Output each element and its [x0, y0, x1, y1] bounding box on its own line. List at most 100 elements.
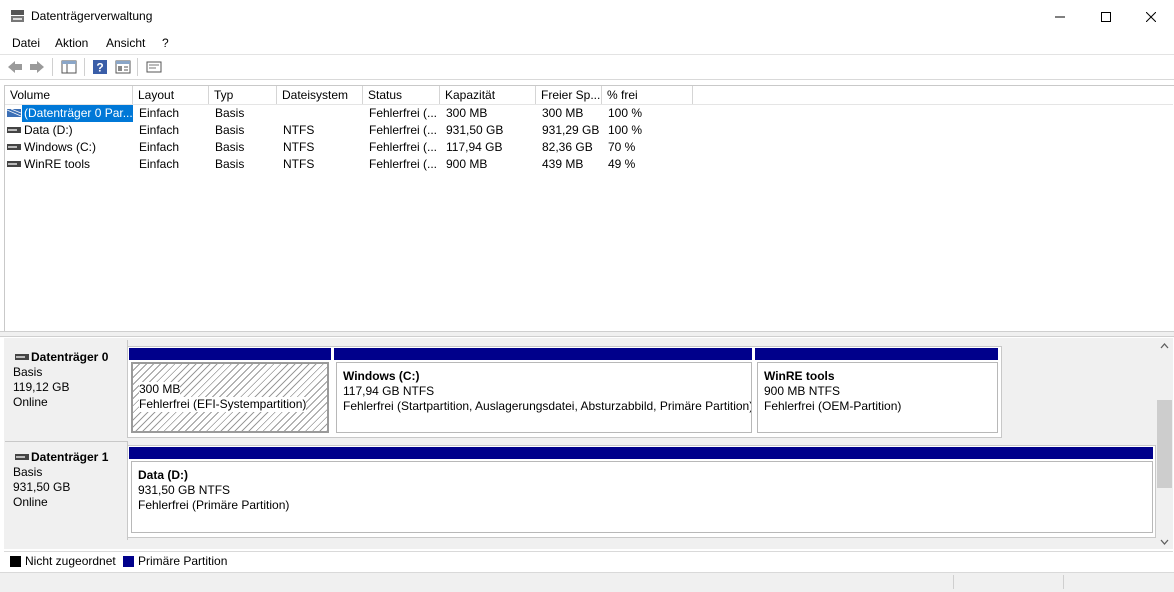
cell-status: Fehlerfrei (...: [369, 140, 438, 154]
toolbar: [0, 55, 1174, 80]
partition-status: Fehlerfrei (OEM-Partition): [764, 399, 902, 413]
disk-icon: [7, 127, 21, 133]
cell-kapazitaet: 117,94 GB: [446, 140, 503, 154]
partition-bar: [129, 447, 1153, 459]
cell-kapazitaet: 300 MB: [446, 106, 488, 120]
disk-icon: [15, 354, 29, 360]
column-header-status[interactable]: Status: [363, 86, 440, 104]
partition-bar: [129, 348, 331, 360]
cell-layout: Einfach: [139, 123, 180, 137]
menu-help[interactable]: ?: [162, 36, 169, 50]
settings-icon[interactable]: [146, 59, 162, 75]
legend-swatch-unallocated: [10, 556, 21, 567]
partition-data-d[interactable]: Data (D:) 931,50 GB NTFS Fehlerfrei (Pri…: [131, 461, 1153, 533]
cell-typ: Basis: [215, 106, 245, 120]
cell-freier-speicher: 931,29 GB: [542, 123, 600, 137]
disk-size: 119,12 GB: [13, 380, 70, 394]
toolbar-separator: [84, 58, 85, 76]
disk-type: Basis: [13, 365, 43, 379]
menu-ansicht[interactable]: Ansicht: [106, 36, 145, 50]
disk-name: Datenträger 0: [31, 350, 109, 364]
cell-volume: WinRE tools: [24, 157, 91, 171]
cell-typ: Basis: [215, 140, 245, 154]
legend-label-primary: Primäre Partition: [138, 554, 228, 568]
status-bar: [0, 572, 1174, 592]
partition-title: Windows (C:): [343, 369, 420, 383]
cell-dateisystem: NTFS: [283, 140, 315, 154]
cell-freier-speicher: 82,36 GB: [542, 140, 593, 154]
table-row[interactable]: Windows (C:) Einfach Basis NTFS Fehlerfr…: [5, 139, 693, 156]
disk-0-label[interactable]: Datenträger 0 Basis 119,12 GB Online: [5, 340, 128, 438]
volume-icon: [7, 109, 21, 117]
properties-icon[interactable]: [115, 59, 131, 75]
cell-volume: Windows (C:): [24, 140, 97, 154]
partition-efi[interactable]: 300 MB Fehlerfrei (EFI-Systempartition): [131, 362, 329, 433]
cell-dateisystem: NTFS: [283, 157, 315, 171]
console-tree-icon[interactable]: [61, 59, 77, 75]
cell-status: Fehlerfrei (...: [369, 106, 438, 120]
partition-status: Fehlerfrei (Startpartition, Auslagerungs…: [343, 399, 752, 413]
cell-volume: (Datenträger 0 Par...: [22, 105, 133, 122]
toolbar-separator: [52, 58, 53, 76]
column-header-volume[interactable]: Volume: [5, 86, 133, 104]
chevron-down-icon[interactable]: [1160, 539, 1169, 546]
cell-layout: Einfach: [139, 140, 180, 154]
legend-label-unallocated: Nicht zugeordnet: [25, 554, 116, 568]
partition-size: 931,50 GB NTFS: [138, 483, 231, 497]
table-row[interactable]: Data (D:) Einfach Basis NTFS Fehlerfrei …: [5, 122, 693, 139]
legend-swatch-primary: [123, 556, 134, 567]
cell-status: Fehlerfrei (...: [369, 123, 438, 137]
menu-bar: [0, 33, 1174, 55]
disk-icon: [7, 161, 21, 167]
partition-status: Fehlerfrei (Primäre Partition): [138, 498, 290, 512]
cell-prozent-frei: 70 %: [608, 140, 636, 154]
disk-type: Basis: [13, 465, 43, 479]
scrollbar-thumb[interactable]: [1157, 400, 1172, 488]
partition-bar: [755, 348, 998, 360]
menu-aktion[interactable]: Aktion: [55, 36, 88, 50]
table-row[interactable]: WinRE tools Einfach Basis NTFS Fehlerfre…: [5, 156, 693, 173]
disk-management-icon: [11, 10, 24, 22]
toolbar-separator: [137, 58, 138, 76]
cell-typ: Basis: [215, 123, 245, 137]
partition-size: 117,94 GB NTFS: [343, 384, 435, 398]
disk-1-label[interactable]: Datenträger 1 Basis 931,50 GB Online: [5, 441, 128, 540]
partition-winre-tools[interactable]: WinRE tools 900 MB NTFS Fehlerfrei (OEM-…: [757, 362, 998, 433]
disk-state: Online: [13, 395, 48, 409]
chevron-up-icon[interactable]: [1160, 342, 1169, 349]
back-arrow-icon[interactable]: [7, 59, 23, 75]
column-header-prozent-frei[interactable]: % frei: [602, 86, 693, 104]
maximize-button[interactable]: [1083, 0, 1129, 33]
help-icon[interactable]: ?: [92, 59, 108, 75]
pane-splitter[interactable]: [0, 331, 1174, 337]
column-header-layout[interactable]: Layout: [133, 86, 209, 104]
cell-dateisystem: NTFS: [283, 123, 315, 137]
column-header-dateisystem[interactable]: Dateisystem: [277, 86, 363, 104]
minimize-button[interactable]: [1037, 0, 1083, 33]
partition-windows-c[interactable]: Windows (C:) 117,94 GB NTFS Fehlerfrei (…: [336, 362, 752, 433]
cell-freier-speicher: 439 MB: [542, 157, 584, 171]
cell-prozent-frei: 100 %: [608, 123, 643, 137]
cell-prozent-frei: 100 %: [608, 106, 643, 120]
disk-size: 931,50 GB: [13, 480, 71, 494]
menu-datei[interactable]: Datei: [12, 36, 40, 50]
forward-arrow-icon[interactable]: [29, 59, 45, 75]
cell-layout: Einfach: [139, 106, 180, 120]
partition-title: WinRE tools: [764, 369, 835, 383]
column-header-typ[interactable]: Typ: [209, 86, 277, 104]
close-icon: [1146, 11, 1156, 22]
column-header-freier-speicher[interactable]: Freier Sp...: [536, 86, 602, 104]
partition-title: Data (D:): [138, 468, 188, 482]
status-divider: [1063, 575, 1064, 589]
svg-text:?: ?: [96, 61, 103, 75]
window-title: Datenträgerverwaltung: [31, 9, 153, 23]
column-header-kapazitaet[interactable]: Kapazität: [440, 86, 536, 104]
partition-size: 900 MB NTFS: [764, 384, 841, 398]
table-row[interactable]: (Datenträger 0 Par... Einfach Basis Fehl…: [5, 105, 693, 122]
cell-freier-speicher: 300 MB: [542, 106, 584, 120]
maximize-icon: [1101, 11, 1111, 22]
disk-state: Online: [13, 495, 48, 509]
cell-volume: Data (D:): [24, 123, 73, 137]
close-button[interactable]: [1128, 0, 1174, 33]
disk-icon: [7, 144, 21, 150]
